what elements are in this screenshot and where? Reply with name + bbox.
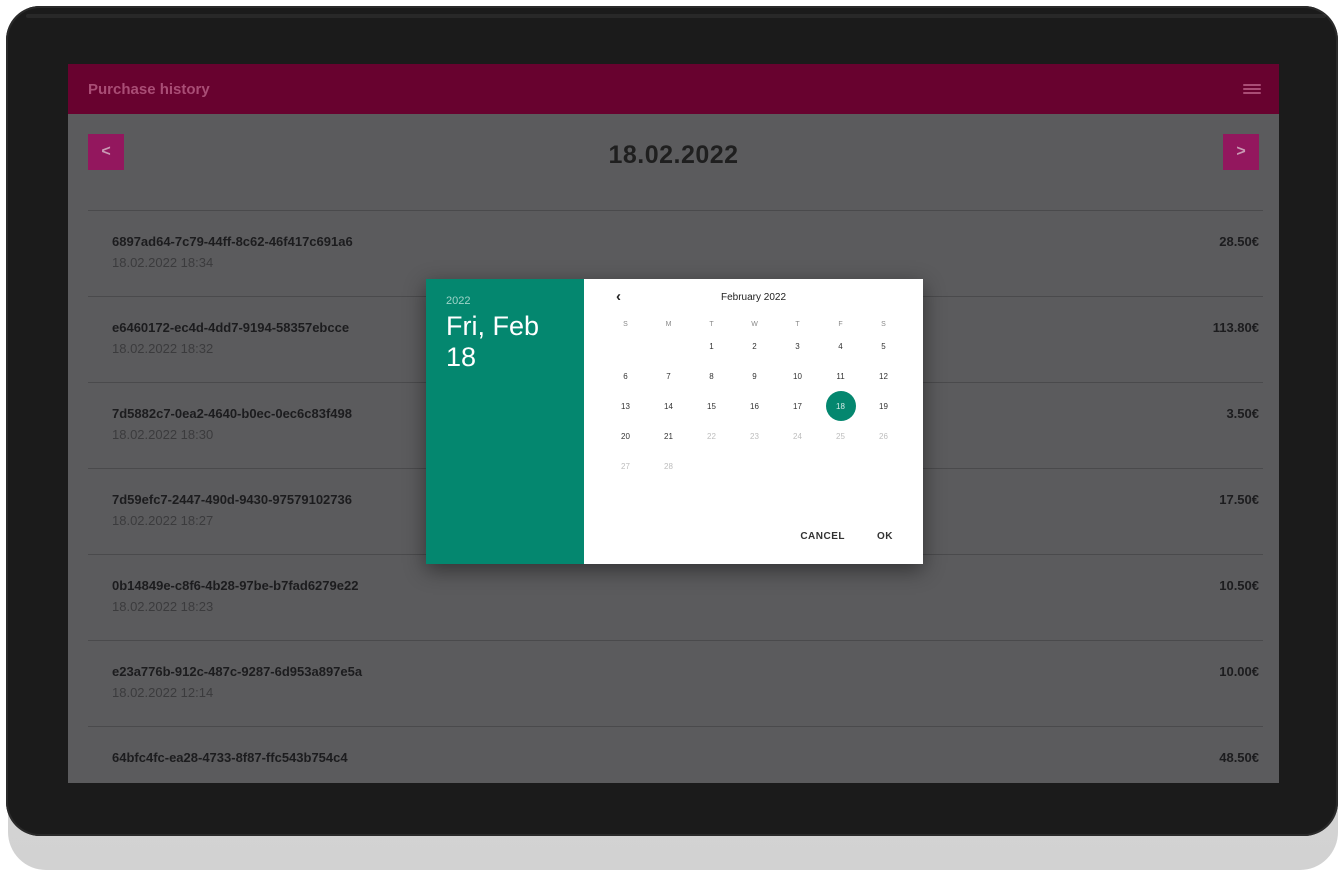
app-bar: Purchase history <box>68 64 1279 114</box>
purchase-amount: 10.00€ <box>1219 664 1259 679</box>
purchase-time: 18.02.2022 18:34 <box>112 255 214 270</box>
calendar-day[interactable]: 1 <box>690 331 733 361</box>
ok-button[interactable]: OK <box>877 531 893 542</box>
purchase-row[interactable]: e23a776b-912c-487c-9287-6d953a897e5a 18.… <box>88 640 1263 726</box>
picker-selected-date: Fri, Feb 18 <box>446 311 540 372</box>
purchase-time: 18.02.2022 18:30 <box>112 427 214 442</box>
app-title: Purchase history <box>88 80 210 98</box>
calendar-empty-cell <box>690 451 733 481</box>
calendar-week-row: 20 21 22 23 24 25 26 <box>604 421 906 451</box>
calendar-week-row: 6 7 8 9 10 11 12 <box>604 361 906 391</box>
calendar-day-selected[interactable]: 18 <box>819 391 862 421</box>
calendar-day[interactable]: 9 <box>733 361 776 391</box>
calendar-empty-cell <box>776 451 819 481</box>
calendar-day: 27 <box>621 461 630 471</box>
purchase-amount: 48.50€ <box>1219 750 1259 765</box>
calendar-week-row: 27 28 <box>604 451 906 481</box>
calendar-day[interactable]: 5 <box>862 331 905 361</box>
purchase-amount: 3.50€ <box>1226 406 1259 421</box>
calendar-day[interactable]: 15 <box>690 391 733 421</box>
current-date[interactable]: 18.02.2022 <box>68 141 1279 170</box>
purchase-amount: 28.50€ <box>1219 234 1259 249</box>
calendar-empty-cell <box>733 451 776 481</box>
calendar-day: 23 <box>750 431 759 441</box>
calendar-grid: S M T W T F S 1 2 3 4 5 6 7 8 9 10 11 12 13 14 15 16 17 18 19 20 21… <box>604 317 906 481</box>
calendar-day[interactable]: 2 <box>733 331 776 361</box>
weekday-label: W <box>751 320 758 328</box>
weekday-label: S <box>623 320 628 328</box>
purchase-id: 6897ad64-7c79-44ff-8c62-46f417c691a6 <box>112 234 353 249</box>
cancel-button[interactable]: CANCEL <box>800 531 845 542</box>
calendar-empty-cell <box>862 451 905 481</box>
calendar-day: 25 <box>836 431 845 441</box>
purchase-id: 7d59efc7-2447-490d-9430-97579102736 <box>112 492 352 507</box>
calendar-day: 22 <box>707 431 716 441</box>
bezel-highlight <box>26 14 1326 18</box>
weekday-header-row: SMTWTFS <box>604 317 906 331</box>
date-navigation: < 18.02.2022 > <box>68 114 1279 210</box>
purchase-id: e6460172-ec4d-4dd7-9194-58357ebcce <box>112 320 350 335</box>
calendar-day[interactable]: 20 <box>604 421 647 451</box>
next-day-button[interactable]: > <box>1223 134 1259 170</box>
calendar-day: 26 <box>879 431 888 441</box>
purchase-id: e23a776b-912c-487c-9287-6d953a897e5a <box>112 664 363 679</box>
calendar-day[interactable]: 21 <box>647 421 690 451</box>
date-picker-dialog: 2022 Fri, Feb 18 ‹ February 2022 SMTWTFS… <box>426 279 923 564</box>
calendar-day[interactable]: 16 <box>733 391 776 421</box>
weekday-label: S <box>881 320 886 328</box>
calendar-day[interactable]: 8 <box>690 361 733 391</box>
purchase-amount: 10.50€ <box>1219 578 1259 593</box>
calendar-day[interactable]: 4 <box>819 331 862 361</box>
purchase-time: 18.02.2022 18:32 <box>112 341 214 356</box>
calendar-day: 28 <box>664 461 673 471</box>
calendar-empty-cell <box>819 451 862 481</box>
purchase-row[interactable]: 64bfc4fc-ea28-4733-8f87-ffc543b754c4 48.… <box>88 726 1263 783</box>
weekday-label: T <box>795 320 800 328</box>
calendar-day[interactable]: 19 <box>862 391 905 421</box>
picker-year[interactable]: 2022 <box>446 295 584 307</box>
purchase-row[interactable]: 0b14849e-c8f6-4b28-97be-b7fad6279e22 18.… <box>88 554 1263 640</box>
dialog-actions: CANCEL OK <box>800 531 893 542</box>
calendar-day[interactable]: 17 <box>776 391 819 421</box>
purchase-time: 18.02.2022 18:27 <box>112 513 214 528</box>
calendar-body: ‹ February 2022 S M T W T F S 1 2 3 4 5 6 7 8 9 10 11 12 13… <box>584 279 923 564</box>
calendar-week-row: 12345 <box>604 331 906 361</box>
purchase-time: 18.02.2022 18:23 <box>112 599 214 614</box>
weekday-label: F <box>838 320 843 328</box>
calendar-day[interactable]: 7 <box>647 361 690 391</box>
hamburger-menu-icon[interactable] <box>1243 82 1261 96</box>
calendar-month-nav: ‹ February 2022 <box>584 288 923 307</box>
calendar-day[interactable]: 14 <box>647 391 690 421</box>
purchase-id: 0b14849e-c8f6-4b28-97be-b7fad6279e22 <box>112 578 359 593</box>
calendar-day[interactable]: 12 <box>862 361 905 391</box>
calendar-day: 24 <box>793 431 802 441</box>
purchase-amount: 113.80€ <box>1212 320 1259 335</box>
calendar-day[interactable]: 3 <box>776 331 819 361</box>
calendar-week-row: 13 14 15 16 17 18 19 <box>604 391 906 421</box>
calendar-day[interactable]: 13 <box>604 391 647 421</box>
calendar-day[interactable]: 10 <box>776 361 819 391</box>
purchase-id: 7d5882c7-0ea2-4640-b0ec-0ec6c83f498 <box>112 406 352 421</box>
purchase-time: 18.02.2022 12:14 <box>112 685 214 700</box>
date-picker-header: 2022 Fri, Feb 18 <box>426 279 584 564</box>
calendar-empty-cell <box>604 331 647 361</box>
calendar-day[interactable]: 6 <box>604 361 647 391</box>
weekday-label: T <box>709 320 714 328</box>
purchase-amount: 17.50€ <box>1219 492 1259 507</box>
calendar-empty-cell <box>647 331 690 361</box>
weekday-label: M <box>665 320 672 328</box>
purchase-id: 64bfc4fc-ea28-4733-8f87-ffc543b754c4 <box>112 750 348 765</box>
calendar-day[interactable]: 11 <box>819 361 862 391</box>
calendar-month-label: February 2022 <box>720 292 787 303</box>
